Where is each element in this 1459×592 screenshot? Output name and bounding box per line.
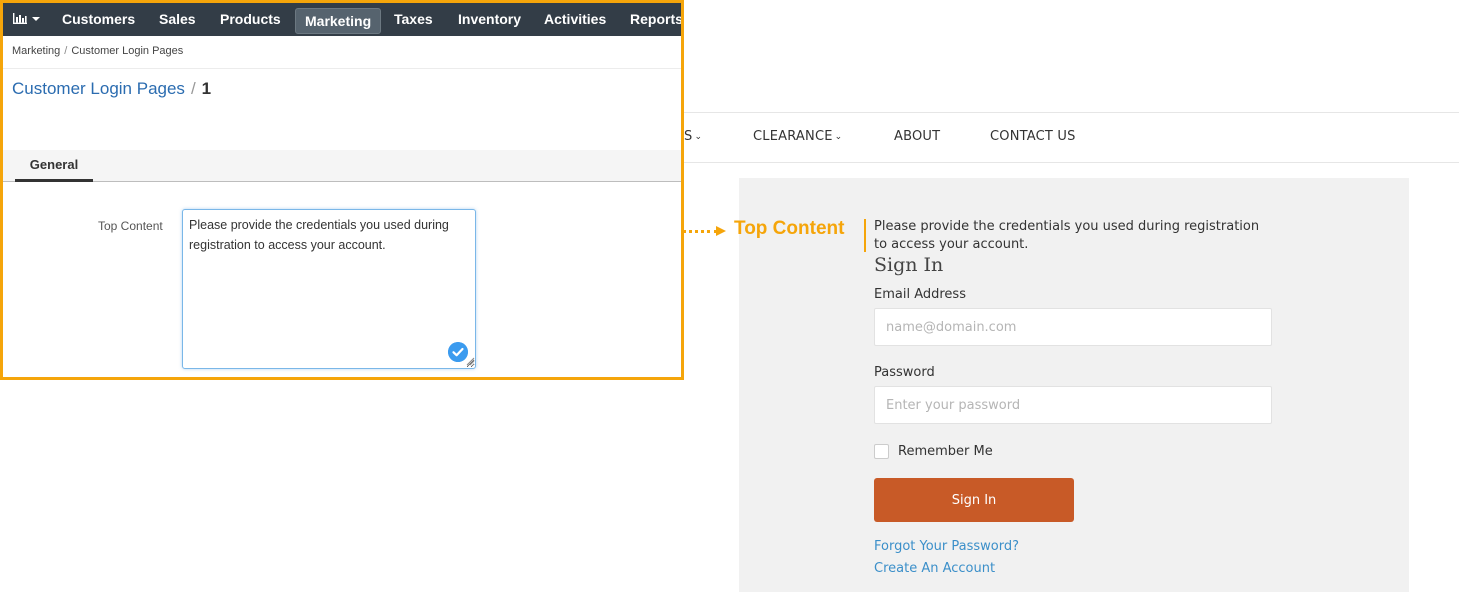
store-nav-item-clearance-label: CLEARANCE [753, 129, 833, 144]
callout-marker [864, 219, 866, 252]
email-field[interactable] [874, 308, 1272, 346]
login-panel: Please provide the credentials you used … [739, 178, 1409, 592]
create-account-link[interactable]: Create An Account [874, 561, 995, 576]
callout-label: Top Content [734, 218, 845, 239]
nav-inventory[interactable]: Inventory [458, 3, 521, 36]
top-content-text: Please provide the credentials you used … [874, 219, 1260, 252]
chevron-down-icon: ⌄ [834, 132, 843, 142]
forgot-password-link[interactable]: Forgot Your Password? [874, 539, 1019, 554]
tab-general[interactable]: General [15, 150, 93, 182]
password-label: Password [874, 365, 935, 380]
page-title-link[interactable]: Customer Login Pages [12, 79, 185, 98]
tab-bar: General [3, 150, 681, 182]
nav-reports[interactable]: Reports [630, 3, 681, 36]
nav-customers[interactable]: Customers [62, 3, 135, 36]
chevron-down-icon[interactable] [32, 17, 40, 21]
nav-activities[interactable]: Activities [544, 3, 606, 36]
breadcrumb-separator: / [64, 45, 68, 57]
store-nav-item-contact[interactable]: CONTACT US [990, 129, 1076, 144]
store-nav-item-partial-label: S [684, 129, 693, 144]
breadcrumb-marketing[interactable]: Marketing [12, 45, 60, 57]
top-content-textarea[interactable]: Please provide the credentials you used … [182, 209, 476, 369]
sign-in-title: Sign In [874, 254, 944, 276]
nav-marketing[interactable]: Marketing [295, 8, 382, 34]
remember-me-checkbox[interactable] [874, 444, 889, 459]
page-title: Customer Login Pages / 1 [12, 79, 211, 99]
admin-panel: Customers Sales Products Marketing Taxes… [0, 0, 684, 380]
chevron-down-icon: ⌄ [694, 132, 703, 142]
store-nav-item-clearance[interactable]: CLEARANCE ⌄ [753, 129, 842, 144]
bar-chart-icon[interactable] [13, 13, 27, 24]
email-label: Email Address [874, 287, 966, 302]
store-nav-divider [684, 162, 1459, 163]
store-nav-item-about[interactable]: ABOUT [894, 129, 940, 144]
store-nav-item-partial[interactable]: S ⌄ [684, 129, 702, 144]
breadcrumb-divider [3, 68, 681, 69]
remember-me-label: Remember Me [898, 444, 993, 459]
breadcrumb: Marketing / Customer Login Pages [12, 45, 183, 57]
remember-me: Remember Me [874, 444, 993, 459]
page-title-separator: / [190, 79, 196, 98]
resize-grip-icon[interactable] [465, 356, 475, 366]
page-title-record: 1 [201, 79, 212, 98]
nav-sales[interactable]: Sales [159, 3, 196, 36]
callout-arrow-icon [716, 226, 726, 236]
nav-taxes[interactable]: Taxes [394, 3, 433, 36]
store-nav: S ⌄ CLEARANCE ⌄ ABOUT CONTACT US [684, 113, 1459, 162]
nav-products[interactable]: Products [220, 3, 281, 36]
top-content-label: Top Content [98, 219, 163, 233]
sign-in-button[interactable]: Sign In [874, 478, 1074, 522]
password-field[interactable] [874, 386, 1272, 424]
breadcrumb-customer-login-pages[interactable]: Customer Login Pages [71, 45, 183, 57]
admin-top-nav: Customers Sales Products Marketing Taxes… [3, 3, 681, 36]
